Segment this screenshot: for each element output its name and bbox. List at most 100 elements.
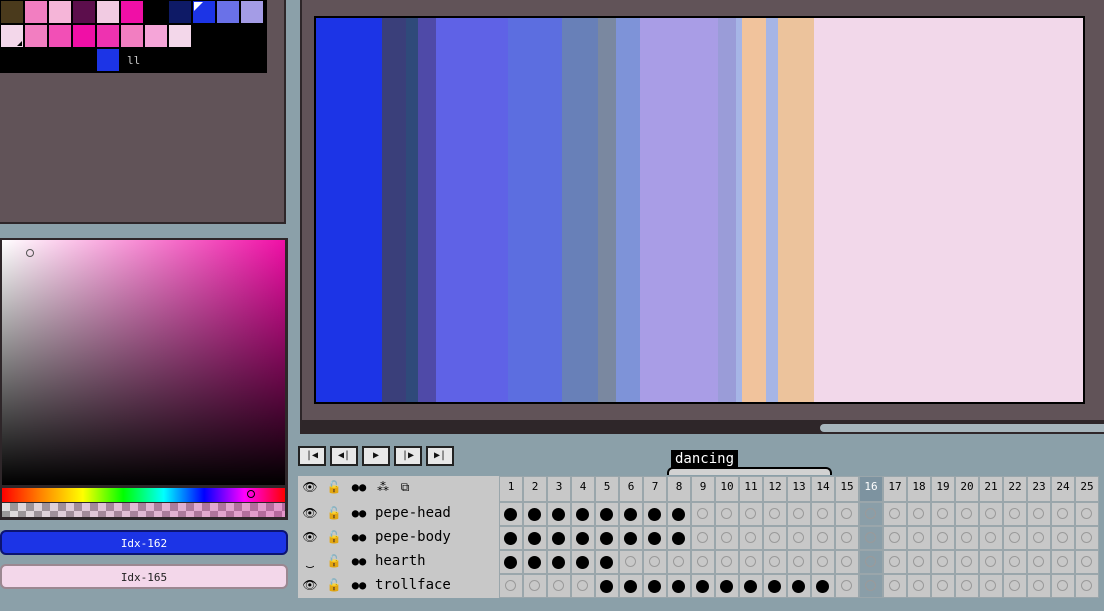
- timeline-cel[interactable]: [691, 550, 715, 574]
- timeline-cel[interactable]: [715, 526, 739, 550]
- timeline-cel[interactable]: [643, 550, 667, 574]
- frame-header[interactable]: 20: [955, 476, 979, 502]
- timeline-cel[interactable]: [859, 526, 883, 550]
- timeline-cel[interactable]: [1027, 502, 1051, 526]
- timeline-cel[interactable]: [811, 574, 835, 598]
- palette-swatch[interactable]: [73, 1, 95, 23]
- timeline-cel[interactable]: [811, 526, 835, 550]
- timeline-cel[interactable]: [595, 550, 619, 574]
- timeline-cel[interactable]: [931, 526, 955, 550]
- timeline-cel[interactable]: [547, 574, 571, 598]
- palette-swatch[interactable]: [25, 49, 47, 71]
- timeline-cel[interactable]: [1003, 502, 1027, 526]
- background-color-button[interactable]: Idx-165: [0, 564, 288, 589]
- timeline-cel[interactable]: [1075, 574, 1099, 598]
- timeline-cel[interactable]: [1027, 550, 1051, 574]
- timeline-cel[interactable]: [1051, 526, 1075, 550]
- timeline-cel[interactable]: [931, 550, 955, 574]
- unlock-icon[interactable]: 🔓: [322, 502, 346, 526]
- timeline-cel[interactable]: [547, 502, 571, 526]
- palette-swatch[interactable]: [49, 49, 71, 71]
- timeline-cel[interactable]: [907, 526, 931, 550]
- timeline-cel[interactable]: [667, 526, 691, 550]
- timeline-cel[interactable]: [1027, 526, 1051, 550]
- palette-resize-handle[interactable]: ll: [127, 55, 140, 67]
- timeline-cel[interactable]: [835, 574, 859, 598]
- timeline-cel[interactable]: [1051, 550, 1075, 574]
- palette-swatch[interactable]: [217, 25, 239, 47]
- palette-swatch[interactable]: [1, 49, 23, 71]
- frame-icon[interactable]: ⧉: [394, 476, 416, 502]
- frame-header[interactable]: 19: [931, 476, 955, 502]
- continuous-icon[interactable]: ●●: [346, 550, 372, 574]
- last-frame-button[interactable]: ▶|: [426, 446, 454, 466]
- hue-cursor[interactable]: [247, 490, 255, 498]
- horizontal-scrollbar[interactable]: [300, 420, 1104, 434]
- timeline-cel[interactable]: [571, 574, 595, 598]
- timeline-cel[interactable]: [691, 526, 715, 550]
- timeline-cel[interactable]: [619, 574, 643, 598]
- eye-icon[interactable]: 👁: [298, 526, 322, 550]
- palette-swatch[interactable]: [241, 1, 263, 23]
- timeline-cel[interactable]: [739, 574, 763, 598]
- frame-header[interactable]: 11: [739, 476, 763, 502]
- timeline-cel[interactable]: [619, 550, 643, 574]
- timeline-cel[interactable]: [571, 502, 595, 526]
- timeline-cel[interactable]: [1003, 574, 1027, 598]
- timeline-cel[interactable]: [667, 574, 691, 598]
- frame-header[interactable]: 12: [763, 476, 787, 502]
- play-button[interactable]: ▶: [362, 446, 390, 466]
- timeline-cel[interactable]: [883, 574, 907, 598]
- timeline-cel[interactable]: [979, 550, 1003, 574]
- frame-header[interactable]: 4: [571, 476, 595, 502]
- frame-header[interactable]: 9: [691, 476, 715, 502]
- tag-range-bar[interactable]: [667, 467, 832, 475]
- timeline-cel[interactable]: [763, 502, 787, 526]
- onion-skin-icon[interactable]: ●●: [346, 476, 372, 502]
- timeline-cel[interactable]: [643, 502, 667, 526]
- frame-header[interactable]: 18: [907, 476, 931, 502]
- palette-swatch[interactable]: [97, 1, 119, 23]
- timeline-cel[interactable]: [835, 550, 859, 574]
- palette-swatch[interactable]: [49, 25, 71, 47]
- frame-header[interactable]: 7: [643, 476, 667, 502]
- frame-header[interactable]: 8: [667, 476, 691, 502]
- timeline-cel[interactable]: [979, 502, 1003, 526]
- timeline-cel[interactable]: [811, 550, 835, 574]
- timeline-cel[interactable]: [787, 550, 811, 574]
- frame-header[interactable]: 25: [1075, 476, 1099, 502]
- palette-swatch[interactable]: [121, 25, 143, 47]
- frame-header[interactable]: 21: [979, 476, 1003, 502]
- palette-swatch[interactable]: [73, 49, 95, 71]
- timeline-cel[interactable]: [763, 574, 787, 598]
- first-frame-button[interactable]: |◀: [298, 446, 326, 466]
- timeline-cel[interactable]: [1051, 502, 1075, 526]
- timeline-cel[interactable]: [1075, 526, 1099, 550]
- palette-swatch[interactable]: [1, 1, 23, 23]
- alpha-slider[interactable]: [2, 503, 285, 517]
- timeline-cel[interactable]: [715, 502, 739, 526]
- palette-swatch[interactable]: [169, 25, 191, 47]
- palette-swatch[interactable]: [145, 25, 167, 47]
- frame-header[interactable]: 10: [715, 476, 739, 502]
- timeline-cel[interactable]: [643, 526, 667, 550]
- timeline-cel[interactable]: [883, 550, 907, 574]
- frame-header[interactable]: 22: [1003, 476, 1027, 502]
- frame-header[interactable]: 17: [883, 476, 907, 502]
- unlock-icon[interactable]: 🔓: [322, 526, 346, 550]
- timeline-cel[interactable]: [859, 550, 883, 574]
- palette-swatch[interactable]: [97, 49, 119, 71]
- timeline-cel[interactable]: [1003, 550, 1027, 574]
- frame-header[interactable]: 1: [499, 476, 523, 502]
- timeline-cel[interactable]: [643, 574, 667, 598]
- timeline-cel[interactable]: [595, 526, 619, 550]
- eye-icon[interactable]: 👁: [298, 502, 322, 526]
- animation-tag[interactable]: dancing: [671, 450, 739, 468]
- timeline-cel[interactable]: [715, 574, 739, 598]
- eye-icon[interactable]: 👁: [298, 574, 322, 598]
- timeline-cel[interactable]: [523, 550, 547, 574]
- timeline-cel[interactable]: [1003, 526, 1027, 550]
- frame-header[interactable]: 2: [523, 476, 547, 502]
- palette-swatch[interactable]: [73, 25, 95, 47]
- timeline-cel[interactable]: [667, 502, 691, 526]
